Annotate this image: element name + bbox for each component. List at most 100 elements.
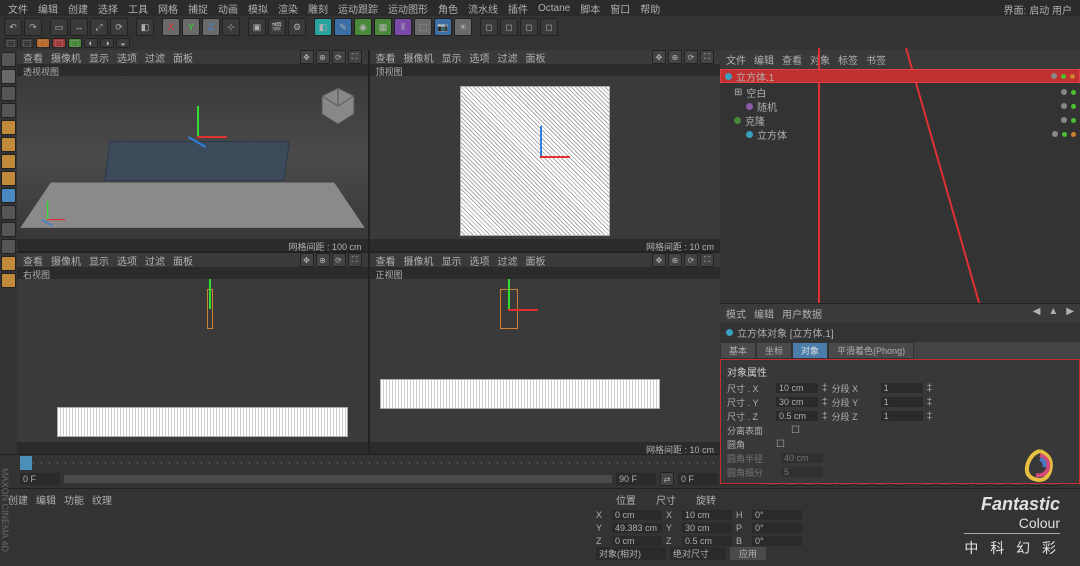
maximize-icon[interactable]: ⛶	[348, 50, 362, 64]
vp-menu-view[interactable]: 查看	[23, 253, 43, 268]
spinner-icon[interactable]: ‡	[822, 383, 828, 394]
nav-icon[interactable]: ✥	[652, 253, 666, 267]
mat-menu-texture[interactable]: 纹理	[92, 492, 112, 507]
obj-menu-bookmarks[interactable]: 书签	[866, 52, 886, 67]
deformer-button[interactable]: ⫴	[394, 18, 412, 36]
v-10[interactable]	[1, 273, 16, 288]
spinner-icon[interactable]: ‡	[927, 383, 933, 394]
spinner-icon[interactable]: ‡	[822, 411, 828, 422]
vp-menu-filter[interactable]: 过滤	[145, 253, 165, 268]
tree-row-cloner[interactable]: 克隆	[720, 113, 1080, 127]
vp-menu-panel[interactable]: 面板	[173, 253, 193, 268]
nav-icon[interactable]: ✥	[652, 50, 666, 64]
menu-character[interactable]: 角色	[438, 1, 458, 16]
vis-dot-icon[interactable]	[1061, 117, 1067, 123]
menu-window[interactable]: 窗口	[610, 1, 630, 16]
pos-x-field[interactable]: 0 cm	[612, 510, 662, 520]
seg-y-field[interactable]: 1	[881, 397, 923, 407]
cloner-result[interactable]	[460, 86, 610, 236]
obj-menu-view[interactable]: 查看	[782, 52, 802, 67]
size-x-field[interactable]: 10 cm	[682, 510, 732, 520]
palette-icon-4[interactable]: ⬚	[52, 38, 66, 48]
attr-menu-edit[interactable]: 编辑	[754, 306, 774, 321]
vp-menu-camera[interactable]: 摄像机	[51, 253, 81, 268]
rot-h-field[interactable]: 0°	[752, 510, 802, 520]
menu-script[interactable]: 脚本	[580, 1, 600, 16]
size-z-field[interactable]: 0.5 cm	[776, 411, 818, 421]
frame-start-field[interactable]: 0 F	[20, 473, 60, 485]
tree-row-random[interactable]: 随机	[720, 99, 1080, 113]
maximize-icon[interactable]: ⛶	[348, 253, 362, 267]
camera-button[interactable]: 📷	[434, 18, 452, 36]
v-7[interactable]	[1, 222, 16, 237]
rotate-tool[interactable]: ⟳	[110, 18, 128, 36]
enable-dot-icon[interactable]	[1071, 90, 1076, 95]
tab-phong[interactable]: 平滑着色(Phong)	[828, 342, 914, 359]
tag-icon[interactable]	[1070, 74, 1075, 79]
attr-menu-mode[interactable]: 模式	[726, 306, 746, 321]
size-mode-dropdown[interactable]: 绝对尺寸	[670, 547, 726, 560]
vp-menu-view[interactable]: 查看	[376, 253, 396, 268]
obj-menu-tags[interactable]: 标签	[838, 52, 858, 67]
palette-icon-1[interactable]: ⬚	[4, 38, 18, 48]
menu-help[interactable]: 帮助	[640, 1, 660, 16]
zoom-icon[interactable]: ⊕	[316, 50, 330, 64]
light-button[interactable]: ☀	[454, 18, 472, 36]
ov-button-1[interactable]: ◻	[480, 18, 498, 36]
texture-mode-button[interactable]	[1, 86, 16, 101]
vp-menu-filter[interactable]: 过滤	[145, 50, 165, 65]
spinner-icon[interactable]: ‡	[927, 397, 933, 408]
object-tree[interactable]: ⊞空白 随机 克隆 立方体	[720, 83, 1080, 303]
vp-menu-options[interactable]: 选项	[117, 50, 137, 65]
x-axis-lock[interactable]: X	[162, 18, 180, 36]
vis-dot-icon[interactable]	[1051, 73, 1057, 79]
vp-menu-view[interactable]: 查看	[376, 50, 396, 65]
vp-menu-filter[interactable]: 过滤	[498, 50, 518, 65]
edge-mode-button[interactable]	[1, 137, 16, 152]
attr-nav-fwd-icon[interactable]: ▶	[1066, 306, 1074, 321]
nav-icon[interactable]: ✥	[300, 253, 314, 267]
make-editable-button[interactable]	[1, 52, 16, 67]
vp-menu-camera[interactable]: 摄像机	[51, 50, 81, 65]
current-frame-field[interactable]: 0 F	[678, 473, 718, 485]
workplane-button[interactable]	[1, 103, 16, 118]
rot-p-field[interactable]: 0°	[752, 523, 802, 533]
tab-object[interactable]: 对象	[792, 342, 828, 359]
vp-menu-panel[interactable]: 面板	[526, 253, 546, 268]
zoom-icon[interactable]: ⊕	[316, 253, 330, 267]
viewport-right[interactable]: 查看 摄像机 显示 选项 过滤 面板 ✥⊕⟳⛶ 右视图	[17, 253, 368, 454]
enable-dot-icon[interactable]	[1061, 74, 1066, 79]
layout-dropdown[interactable]: 界面: 启动 用户	[1004, 2, 1072, 17]
vp-menu-display[interactable]: 显示	[442, 253, 462, 268]
playhead[interactable]	[20, 456, 32, 470]
menu-create[interactable]: 创建	[68, 1, 88, 16]
mat-menu-edit[interactable]: 编辑	[36, 492, 56, 507]
tree-row-cube[interactable]: 立方体	[720, 127, 1080, 141]
selected-object-row[interactable]: 立方体.1	[720, 69, 1080, 83]
pen-tool-button[interactable]: ✎	[334, 18, 352, 36]
viewport-canvas[interactable]	[370, 279, 721, 442]
vp-menu-view[interactable]: 查看	[23, 50, 43, 65]
seg-z-field[interactable]: 1	[881, 411, 923, 421]
separate-surface-checkbox[interactable]: ☐	[791, 425, 800, 436]
vis-dot-icon[interactable]	[1052, 131, 1058, 137]
pos-z-field[interactable]: 0 cm	[612, 536, 662, 546]
spinner-icon[interactable]: ‡	[927, 411, 933, 422]
coord-system[interactable]: ⊹	[222, 18, 240, 36]
size-z-field[interactable]: 0.5 cm	[682, 536, 732, 546]
vp-menu-panel[interactable]: 面板	[526, 50, 546, 65]
zoom-icon[interactable]: ⊕	[668, 50, 682, 64]
move-tool[interactable]: ↔	[70, 18, 88, 36]
scale-tool[interactable]: ⤢	[90, 18, 108, 36]
axis-button[interactable]	[1, 171, 16, 186]
menu-select[interactable]: 选择	[98, 1, 118, 16]
rotate-icon[interactable]: ⟳	[684, 253, 698, 267]
palette-icon-8[interactable]: ◒	[116, 38, 130, 48]
frame-end-field[interactable]: 90 F	[616, 473, 656, 485]
attr-nav-up-icon[interactable]: ▲	[1048, 306, 1058, 321]
palette-icon-3[interactable]: ⬚	[36, 38, 50, 48]
vp-menu-camera[interactable]: 摄像机	[404, 253, 434, 268]
ov-button-2[interactable]: ◻	[500, 18, 518, 36]
menu-animate[interactable]: 动画	[218, 1, 238, 16]
palette-icon-2[interactable]: ⬚	[20, 38, 34, 48]
